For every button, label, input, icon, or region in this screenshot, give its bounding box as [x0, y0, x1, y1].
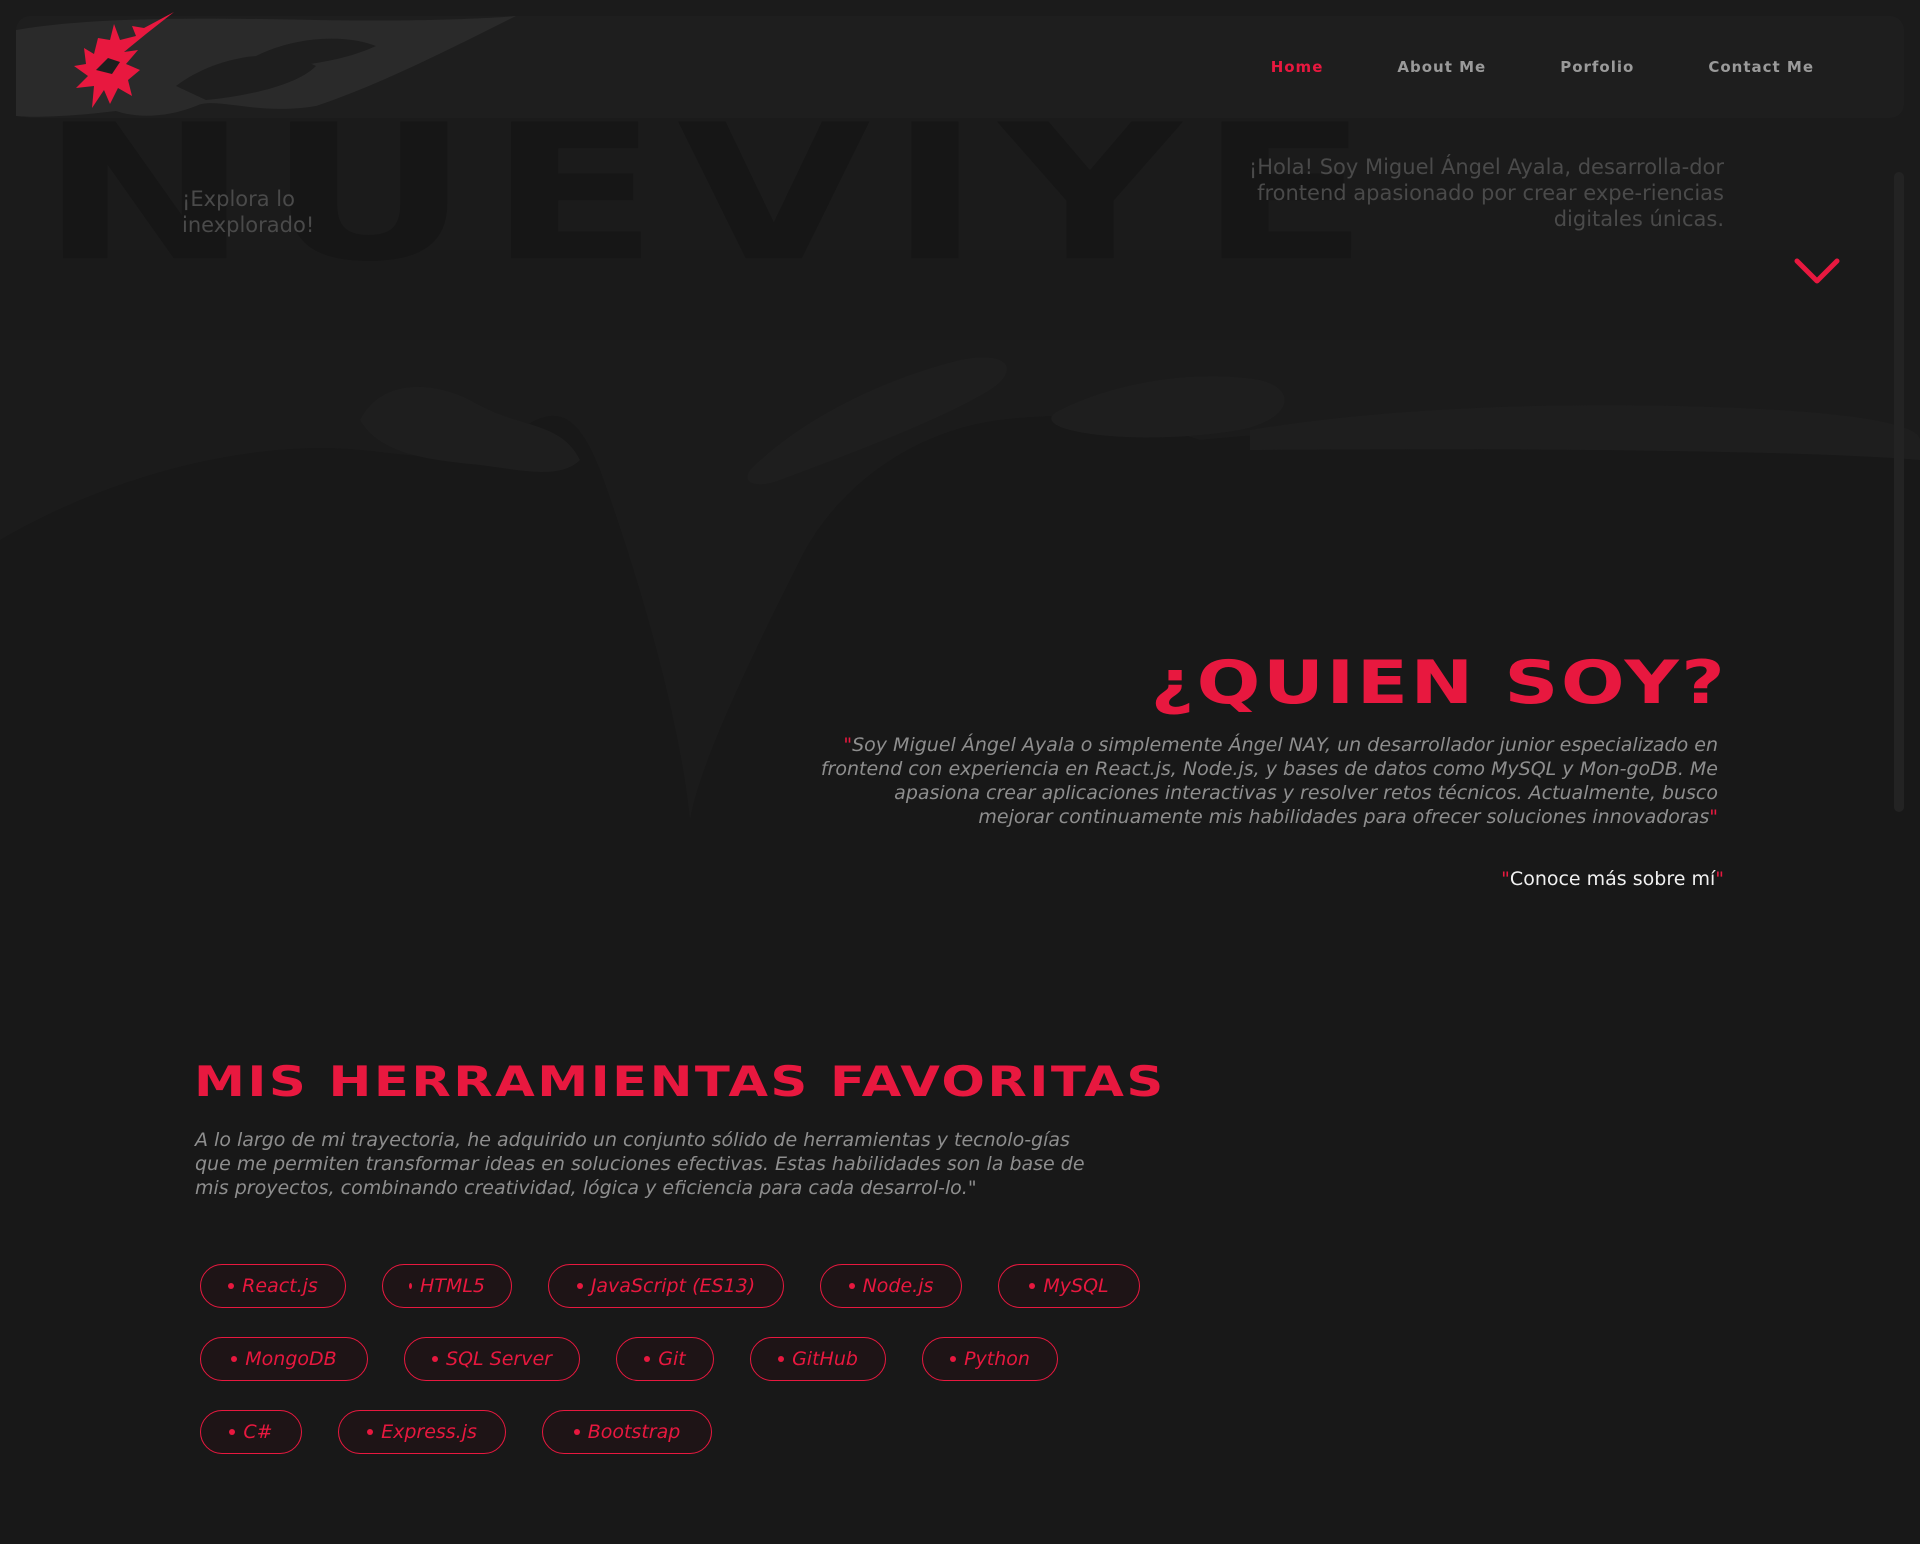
- link-open-quote: ": [1501, 868, 1510, 890]
- tool-chip-label: React.js: [242, 1275, 318, 1297]
- bullet-icon: [367, 1429, 374, 1435]
- hero-intro: ¡Hola! Soy Miguel Ángel Ayala, desarroll…: [1248, 155, 1724, 231]
- nav-link-contact-me[interactable]: Contact Me: [1708, 58, 1814, 76]
- tools-title: MIS HERRAMIENTAS FAVORITAS: [194, 1057, 1166, 1106]
- open-quote: ": [843, 734, 853, 756]
- tool-chip-label: Git: [658, 1348, 686, 1370]
- hero-tagline: ¡Explora lo inexplorado!: [182, 187, 315, 237]
- tool-chip[interactable]: JavaScript (ES13): [548, 1264, 784, 1308]
- learn-more-link[interactable]: "Conoce más sobre mí": [1501, 868, 1724, 890]
- navbar: Home About Me Porfolio Contact Me: [16, 16, 1904, 118]
- learn-more-label: Conoce más sobre mí: [1509, 868, 1716, 890]
- tool-chip-label: HTML5: [420, 1275, 485, 1297]
- tools-description: A lo largo de mi trayectoria, he adquiri…: [195, 1129, 1085, 1199]
- tool-chip-label: JavaScript (ES13): [590, 1275, 756, 1297]
- bullet-icon: [644, 1356, 651, 1362]
- tool-chip[interactable]: C#: [200, 1410, 302, 1454]
- close-quote: ": [1709, 806, 1718, 828]
- bullet-icon: [848, 1283, 855, 1289]
- about-description: "Soy Miguel Ángel Ayala o simplemente Án…: [818, 733, 1718, 829]
- nav-link-portfolio[interactable]: Porfolio: [1560, 58, 1634, 76]
- tool-chip-label: SQL Server: [446, 1348, 552, 1370]
- tool-chip-label: Bootstrap: [587, 1421, 681, 1443]
- tool-chip-label: Node.js: [862, 1275, 934, 1297]
- about-description-text: Soy Miguel Ángel Ayala o simplemente Áng…: [820, 734, 1718, 828]
- tool-chip[interactable]: SQL Server: [404, 1337, 580, 1381]
- logo-icon[interactable]: [36, 10, 176, 126]
- scrollbar[interactable]: [1894, 172, 1904, 812]
- chevron-down-icon[interactable]: [1794, 256, 1840, 286]
- tool-chip[interactable]: Python: [922, 1337, 1058, 1381]
- bullet-icon: [229, 1429, 236, 1435]
- tool-chip[interactable]: Node.js: [820, 1264, 962, 1308]
- tools-chip-row: React.js HTML5 JavaScript (ES13) Node.js…: [200, 1264, 1176, 1308]
- tools-chip-row: MongoDB SQL Server Git GitHub Python: [200, 1337, 1094, 1381]
- tool-chip[interactable]: Git: [616, 1337, 714, 1381]
- bullet-icon: [231, 1356, 238, 1362]
- tool-chip-label: MySQL: [1043, 1275, 1109, 1297]
- tool-chip-label: Express.js: [381, 1421, 477, 1443]
- bullet-icon: [228, 1283, 235, 1289]
- tool-chip-label: C#: [243, 1421, 273, 1443]
- tool-chip[interactable]: React.js: [200, 1264, 346, 1308]
- page: NUEVIYE Home About Me Porfolio Contact M…: [0, 0, 1920, 1544]
- about-title: ¿QUIEN SOY?: [1150, 648, 1727, 718]
- tool-chip[interactable]: GitHub: [750, 1337, 886, 1381]
- tool-chip[interactable]: Bootstrap: [542, 1410, 712, 1454]
- tool-chip[interactable]: MongoDB: [200, 1337, 368, 1381]
- bullet-icon: [409, 1283, 413, 1289]
- tool-chip-label: MongoDB: [245, 1348, 337, 1370]
- nav-link-home[interactable]: Home: [1271, 58, 1324, 76]
- bullet-icon: [778, 1356, 785, 1362]
- tool-chip-label: GitHub: [792, 1348, 858, 1370]
- nav-links: Home About Me Porfolio Contact Me: [1271, 16, 1904, 118]
- tool-chip[interactable]: MySQL: [998, 1264, 1140, 1308]
- bullet-icon: [432, 1356, 439, 1362]
- bullet-icon: [950, 1356, 957, 1362]
- link-close-quote: ": [1715, 868, 1724, 890]
- bullet-icon: [576, 1283, 583, 1289]
- tool-chip-label: Python: [964, 1348, 1030, 1370]
- tool-chip[interactable]: Express.js: [338, 1410, 506, 1454]
- tools-chip-row: C# Express.js Bootstrap: [200, 1410, 748, 1454]
- nav-link-about-me[interactable]: About Me: [1397, 58, 1486, 76]
- bullet-icon: [573, 1429, 580, 1435]
- tool-chip[interactable]: HTML5: [382, 1264, 512, 1308]
- bullet-icon: [1029, 1283, 1036, 1289]
